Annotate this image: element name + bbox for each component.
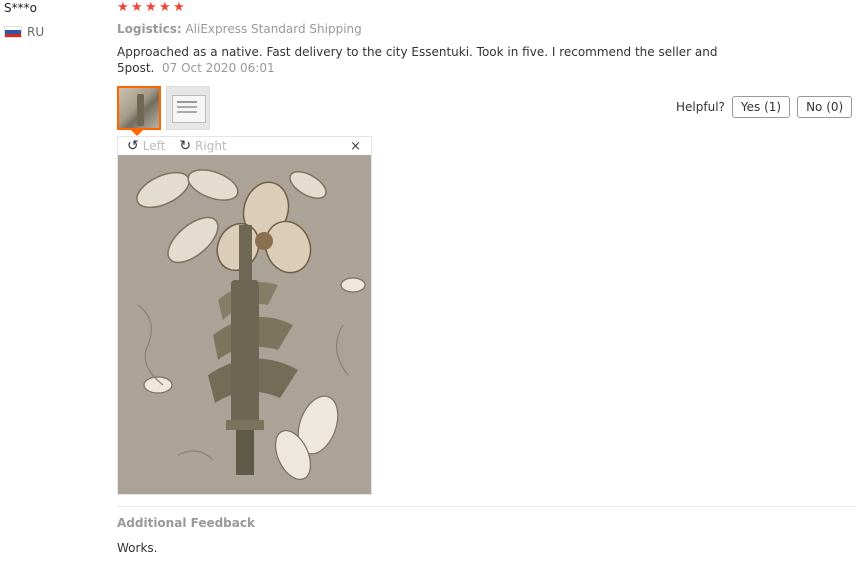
russia-flag-icon xyxy=(4,26,22,38)
review-text-block: Approached as a native. Fast delivery to… xyxy=(117,44,757,76)
country-code: RU xyxy=(27,25,45,39)
auger-thumbnail-image xyxy=(119,88,159,128)
review-date: 07 Oct 2020 06:01 xyxy=(162,61,275,75)
star-rating: ★ ★ ★ ★ ★ xyxy=(117,0,185,15)
reviewer-name: S***o xyxy=(4,1,37,15)
logistics-label: Logistics: xyxy=(117,22,182,36)
thumbnail-auger[interactable] xyxy=(117,86,161,130)
additional-feedback-text: Works. xyxy=(117,541,158,555)
helpful-yes-button[interactable]: Yes (1) xyxy=(731,96,791,118)
star-icon: ★ xyxy=(131,0,143,15)
additional-feedback-title: Additional Feedback xyxy=(117,516,255,530)
photo-viewer: ↺ Left ↻ Right × xyxy=(117,136,372,495)
rotate-left-icon[interactable]: ↺ xyxy=(127,139,139,153)
helpful-no-button[interactable]: No (0) xyxy=(797,96,853,118)
logistics-info: Logistics: AliExpress Standard Shipping xyxy=(117,22,362,36)
rotate-right-button[interactable]: Right xyxy=(195,139,227,153)
divider xyxy=(117,506,855,507)
rotate-right-icon[interactable]: ↻ xyxy=(179,139,191,153)
photo-thumbnails xyxy=(117,86,210,130)
rotate-left-button[interactable]: Left xyxy=(143,139,166,153)
reviewer-country: RU xyxy=(4,25,44,39)
star-icon: ★ xyxy=(117,0,129,15)
box-thumbnail-image xyxy=(167,87,209,129)
review-photo xyxy=(118,155,371,494)
star-icon: ★ xyxy=(159,0,171,15)
thumbnail-box[interactable] xyxy=(166,86,210,130)
helpful-label: Helpful? xyxy=(676,100,725,114)
star-icon: ★ xyxy=(145,0,157,15)
helpful-voting: Helpful? Yes (1) No (0) xyxy=(676,96,853,118)
close-icon[interactable]: × xyxy=(350,139,361,154)
star-icon: ★ xyxy=(173,0,185,15)
viewer-toolbar: ↺ Left ↻ Right xyxy=(118,137,371,155)
logistics-value: AliExpress Standard Shipping xyxy=(185,22,362,36)
